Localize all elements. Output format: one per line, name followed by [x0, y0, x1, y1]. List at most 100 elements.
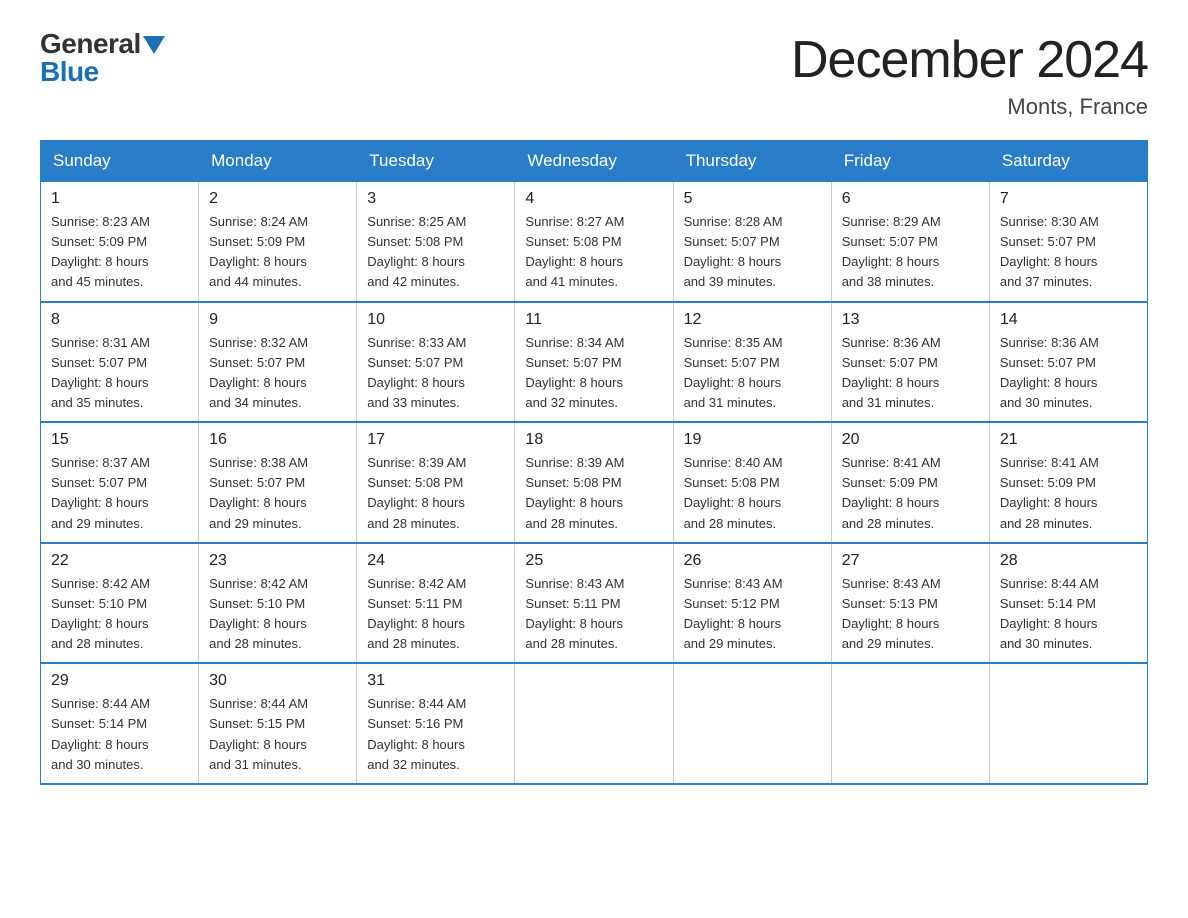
day-info: Sunrise: 8:42 AM Sunset: 5:10 PM Dayligh… [51, 574, 188, 655]
day-number: 15 [51, 431, 188, 449]
calendar-table: Sunday Monday Tuesday Wednesday Thursday… [40, 140, 1148, 785]
day-number: 22 [51, 552, 188, 570]
calendar-cell: 29 Sunrise: 8:44 AM Sunset: 5:14 PM Dayli… [41, 663, 199, 784]
calendar-cell: 24Sunrise: 8:42 AM Sunset: 5:11 PM Dayli… [357, 543, 515, 664]
day-number: 11 [525, 311, 662, 329]
calendar-cell: 25Sunrise: 8:43 AM Sunset: 5:11 PM Dayli… [515, 543, 673, 664]
calendar-cell: 6 Sunrise: 8:29 AM Sunset: 5:07 PM Daylig… [831, 182, 989, 302]
calendar-cell: 19 Sunrise: 8:40 AM Sunset: 5:08 PM Dayli… [673, 422, 831, 543]
day-info: Sunrise: 8:32 AM Sunset: 5:07 PM Dayligh… [209, 333, 346, 414]
day-info: Sunrise: 8:23 AM Sunset: 5:09 PM Dayligh… [51, 212, 188, 293]
day-info: Sunrise: 8:41 AM Sunset: 5:09 PM Dayligh… [1000, 453, 1137, 534]
day-number: 16 [209, 431, 346, 449]
day-info: Sunrise: 8:35 AM Sunset: 5:07 PM Dayligh… [684, 333, 821, 414]
day-number: 21 [1000, 431, 1137, 449]
calendar-cell: 13 Sunrise: 8:36 AM Sunset: 5:07 PM Dayli… [831, 302, 989, 423]
calendar-cell: 20 Sunrise: 8:41 AM Sunset: 5:09 PM Dayli… [831, 422, 989, 543]
header-wednesday: Wednesday [515, 141, 673, 182]
page-title: December 2024 [791, 30, 1148, 90]
day-number: 24 [367, 552, 504, 570]
calendar-cell [515, 663, 673, 784]
calendar-cell: 7 Sunrise: 8:30 AM Sunset: 5:07 PM Daylig… [989, 182, 1147, 302]
header-row: Sunday Monday Tuesday Wednesday Thursday… [41, 141, 1148, 182]
calendar-cell: 12 Sunrise: 8:35 AM Sunset: 5:07 PM Dayli… [673, 302, 831, 423]
calendar-cell: 17Sunrise: 8:39 AM Sunset: 5:08 PM Dayli… [357, 422, 515, 543]
header-friday: Friday [831, 141, 989, 182]
day-info: Sunrise: 8:24 AM Sunset: 5:09 PM Dayligh… [209, 212, 346, 293]
day-info: Sunrise: 8:44 AM Sunset: 5:14 PM Dayligh… [51, 694, 188, 775]
day-info: Sunrise: 8:42 AM Sunset: 5:10 PM Dayligh… [209, 574, 346, 655]
day-info: Sunrise: 8:36 AM Sunset: 5:07 PM Dayligh… [842, 333, 979, 414]
calendar-cell: 1Sunrise: 8:23 AM Sunset: 5:09 PM Daylig… [41, 182, 199, 302]
header-sunday: Sunday [41, 141, 199, 182]
day-info: Sunrise: 8:37 AM Sunset: 5:07 PM Dayligh… [51, 453, 188, 534]
day-number: 7 [1000, 190, 1137, 208]
day-info: Sunrise: 8:44 AM Sunset: 5:16 PM Dayligh… [367, 694, 504, 775]
calendar-cell: 2Sunrise: 8:24 AM Sunset: 5:09 PM Daylig… [199, 182, 357, 302]
day-number: 8 [51, 311, 188, 329]
calendar-cell [831, 663, 989, 784]
day-number: 26 [684, 552, 821, 570]
day-number: 10 [367, 311, 504, 329]
day-number: 12 [684, 311, 821, 329]
calendar-week-5: 29 Sunrise: 8:44 AM Sunset: 5:14 PM Dayli… [41, 663, 1148, 784]
day-number: 18 [525, 431, 662, 449]
day-number: 27 [842, 552, 979, 570]
calendar-cell: 9Sunrise: 8:32 AM Sunset: 5:07 PM Daylig… [199, 302, 357, 423]
day-info: Sunrise: 8:27 AM Sunset: 5:08 PM Dayligh… [525, 212, 662, 293]
header-monday: Monday [199, 141, 357, 182]
calendar-cell: 5 Sunrise: 8:28 AM Sunset: 5:07 PM Daylig… [673, 182, 831, 302]
logo-blue-text: Blue [40, 58, 165, 86]
day-number: 17 [367, 431, 504, 449]
calendar-cell: 11Sunrise: 8:34 AM Sunset: 5:07 PM Dayli… [515, 302, 673, 423]
day-info: Sunrise: 8:41 AM Sunset: 5:09 PM Dayligh… [842, 453, 979, 534]
day-number: 3 [367, 190, 504, 208]
day-number: 30 [209, 672, 346, 690]
day-number: 5 [684, 190, 821, 208]
day-number: 28 [1000, 552, 1137, 570]
day-info: Sunrise: 8:40 AM Sunset: 5:08 PM Dayligh… [684, 453, 821, 534]
day-info: Sunrise: 8:43 AM Sunset: 5:13 PM Dayligh… [842, 574, 979, 655]
calendar-cell: 21 Sunrise: 8:41 AM Sunset: 5:09 PM Dayli… [989, 422, 1147, 543]
day-number: 31 [367, 672, 504, 690]
calendar-cell: 16Sunrise: 8:38 AM Sunset: 5:07 PM Dayli… [199, 422, 357, 543]
calendar-cell: 10Sunrise: 8:33 AM Sunset: 5:07 PM Dayli… [357, 302, 515, 423]
calendar-cell: 4 Sunrise: 8:27 AM Sunset: 5:08 PM Daylig… [515, 182, 673, 302]
calendar-body: 1Sunrise: 8:23 AM Sunset: 5:09 PM Daylig… [41, 182, 1148, 784]
calendar-week-4: 22 Sunrise: 8:42 AM Sunset: 5:10 PM Dayli… [41, 543, 1148, 664]
calendar-cell: 28 Sunrise: 8:44 AM Sunset: 5:14 PM Dayli… [989, 543, 1147, 664]
day-number: 4 [525, 190, 662, 208]
header-saturday: Saturday [989, 141, 1147, 182]
calendar-week-1: 1Sunrise: 8:23 AM Sunset: 5:09 PM Daylig… [41, 182, 1148, 302]
day-info: Sunrise: 8:25 AM Sunset: 5:08 PM Dayligh… [367, 212, 504, 293]
day-number: 14 [1000, 311, 1137, 329]
day-number: 6 [842, 190, 979, 208]
calendar-cell: 8Sunrise: 8:31 AM Sunset: 5:07 PM Daylig… [41, 302, 199, 423]
day-info: Sunrise: 8:28 AM Sunset: 5:07 PM Dayligh… [684, 212, 821, 293]
page-header: General Blue December 2024 Monts, France [40, 30, 1148, 120]
day-number: 13 [842, 311, 979, 329]
day-number: 29 [51, 672, 188, 690]
day-number: 19 [684, 431, 821, 449]
day-info: Sunrise: 8:44 AM Sunset: 5:14 PM Dayligh… [1000, 574, 1137, 655]
calendar-cell: 18 Sunrise: 8:39 AM Sunset: 5:08 PM Dayli… [515, 422, 673, 543]
calendar-cell: 30 Sunrise: 8:44 AM Sunset: 5:15 PM Dayli… [199, 663, 357, 784]
day-number: 25 [525, 552, 662, 570]
day-number: 20 [842, 431, 979, 449]
calendar-cell: 22 Sunrise: 8:42 AM Sunset: 5:10 PM Dayli… [41, 543, 199, 664]
day-number: 23 [209, 552, 346, 570]
day-info: Sunrise: 8:44 AM Sunset: 5:15 PM Dayligh… [209, 694, 346, 775]
calendar-cell [673, 663, 831, 784]
calendar-cell: 31 Sunrise: 8:44 AM Sunset: 5:16 PM Dayli… [357, 663, 515, 784]
calendar-cell: 14 Sunrise: 8:36 AM Sunset: 5:07 PM Dayli… [989, 302, 1147, 423]
logo: General Blue [40, 30, 165, 86]
page-subtitle: Monts, France [791, 94, 1148, 120]
day-info: Sunrise: 8:36 AM Sunset: 5:07 PM Dayligh… [1000, 333, 1137, 414]
day-info: Sunrise: 8:29 AM Sunset: 5:07 PM Dayligh… [842, 212, 979, 293]
day-info: Sunrise: 8:30 AM Sunset: 5:07 PM Dayligh… [1000, 212, 1137, 293]
logo-general-text: General [40, 30, 141, 58]
calendar-week-3: 15 Sunrise: 8:37 AM Sunset: 5:07 PM Dayli… [41, 422, 1148, 543]
day-info: Sunrise: 8:39 AM Sunset: 5:08 PM Dayligh… [525, 453, 662, 534]
calendar-cell: 23 Sunrise: 8:42 AM Sunset: 5:10 PM Dayli… [199, 543, 357, 664]
calendar-week-2: 8Sunrise: 8:31 AM Sunset: 5:07 PM Daylig… [41, 302, 1148, 423]
